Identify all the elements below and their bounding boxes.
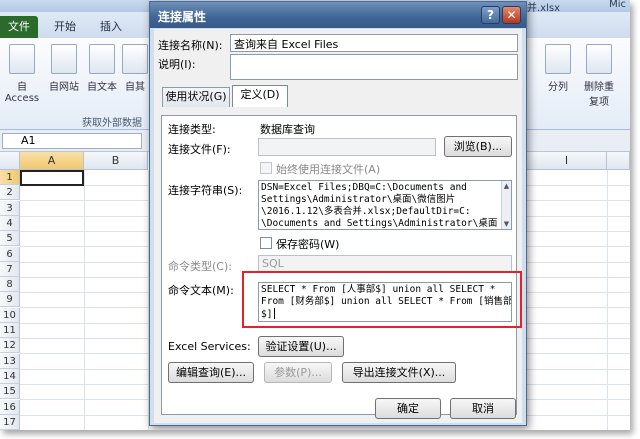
- excel-window: 表合并.xlsx Mic 文件 开始 插入 自 Access 自网站 自文本 自…: [0, 0, 630, 430]
- parameters-button[interactable]: 参数(P)...: [264, 362, 332, 383]
- connection-properties-dialog: 连接属性 ? ✕ 连接名称(N): 查询来自 Excel Files 说明(I)…: [149, 1, 527, 426]
- from-access-button[interactable]: 自 Access: [0, 44, 44, 104]
- connection-file-input[interactable]: [258, 138, 436, 156]
- remove-duplicates-button[interactable]: 删除重复项: [580, 44, 618, 108]
- gridline: [607, 170, 608, 430]
- from-text-button[interactable]: 自文本: [84, 44, 120, 93]
- close-button[interactable]: ✕: [502, 6, 521, 24]
- web-icon: [51, 44, 77, 74]
- definition-panel: 连接类型: 数据库查询 连接文件(F): 浏览(B)... 始终使用连接文件(A…: [161, 115, 522, 415]
- column-header-a[interactable]: A: [20, 152, 84, 170]
- row-header[interactable]: 13: [0, 353, 20, 369]
- from-web-button[interactable]: 自网站: [46, 44, 82, 93]
- help-button[interactable]: ?: [481, 6, 500, 24]
- connection-file-label: 连接文件(F):: [168, 143, 231, 156]
- save-password-label: 保存密码(W): [276, 238, 340, 251]
- highlight-box: [242, 271, 522, 328]
- selected-cell-a1[interactable]: [20, 170, 84, 186]
- select-all-corner[interactable]: [0, 152, 20, 170]
- auth-settings-button[interactable]: 验证设置(U)...: [258, 336, 344, 357]
- connection-string-text: DSN=Excel Files;DBQ=C:\Documents and Set…: [261, 182, 498, 229]
- connection-string-scrollbar[interactable]: ▲ ▼: [501, 181, 511, 229]
- from-other-label: 自其: [125, 82, 145, 93]
- dialog-title: 连接属性: [158, 10, 207, 24]
- name-box[interactable]: A1: [2, 133, 142, 149]
- app-name: Mic: [609, 0, 626, 10]
- scroll-up-icon[interactable]: ▲: [503, 182, 510, 190]
- connection-string-textarea[interactable]: DSN=Excel Files;DBQ=C:\Documents and Set…: [258, 180, 512, 230]
- row-header[interactable]: 12: [0, 338, 20, 354]
- always-use-file-label: 始终使用连接文件(A): [276, 163, 381, 176]
- from-access-label: 自 Access: [4, 82, 40, 104]
- export-connection-file-button[interactable]: 导出连接文件(X)...: [342, 362, 456, 383]
- edit-query-button[interactable]: 编辑查询(E)...: [168, 362, 254, 383]
- tab-usage[interactable]: 使用状况(G): [162, 87, 230, 107]
- row-header[interactable]: 4: [0, 215, 20, 231]
- gridline: [84, 170, 85, 430]
- excel-services-label: Excel Services:: [168, 340, 251, 353]
- dialog-body: 连接名称(N): 查询来自 Excel Files 说明(I): 使用状况(G)…: [154, 29, 522, 423]
- row-header[interactable]: 14: [0, 368, 20, 384]
- ok-button[interactable]: 确定: [375, 398, 441, 419]
- row-header[interactable]: 3: [0, 200, 20, 216]
- row-header[interactable]: 1: [0, 170, 20, 185]
- dialog-title-bar: 连接属性 ? ✕: [150, 2, 526, 28]
- group-label-external-data: 获取外部数据: [82, 118, 142, 129]
- from-web-label: 自网站: [49, 82, 79, 93]
- scroll-down-icon[interactable]: ▼: [503, 220, 510, 228]
- tab-home[interactable]: 开始: [54, 18, 76, 34]
- text-to-columns-label: 分列: [548, 82, 568, 93]
- connection-name-input[interactable]: 查询来自 Excel Files: [230, 34, 518, 52]
- description-input[interactable]: [230, 54, 518, 80]
- description-label: 说明(I):: [158, 58, 196, 71]
- cancel-button[interactable]: 取消: [450, 398, 516, 419]
- row-header[interactable]: 5: [0, 231, 20, 247]
- row-header[interactable]: 16: [0, 399, 20, 415]
- browse-button[interactable]: 浏览(B)...: [444, 136, 512, 157]
- remove-duplicates-icon: [586, 44, 612, 74]
- row-header[interactable]: 17: [0, 414, 20, 430]
- command-text-label: 命令文本(M):: [168, 284, 234, 297]
- connection-type-label: 连接类型:: [168, 123, 216, 136]
- tab-definition[interactable]: 定义(D): [232, 85, 288, 107]
- connection-string-label: 连接字符串(S):: [168, 184, 243, 197]
- text-file-icon: [89, 44, 115, 74]
- connection-type-value: 数据库查询: [260, 123, 315, 136]
- column-header-next[interactable]: [607, 152, 630, 170]
- row-header[interactable]: 8: [0, 277, 20, 293]
- row-header[interactable]: 7: [0, 261, 20, 277]
- remove-duplicates-label: 删除重复项: [584, 82, 614, 108]
- row-header[interactable]: 2: [0, 185, 20, 201]
- text-to-columns-button[interactable]: 分列: [540, 44, 576, 93]
- command-type-label: 命令类型(C):: [168, 260, 232, 273]
- access-icon: [9, 44, 35, 74]
- connection-name-label: 连接名称(N):: [158, 39, 223, 52]
- row-header[interactable]: 6: [0, 246, 20, 262]
- always-use-file-checkbox[interactable]: [260, 162, 272, 174]
- column-header-b[interactable]: B: [84, 152, 148, 170]
- row-header[interactable]: 9: [0, 292, 20, 308]
- row-header[interactable]: 11: [0, 323, 20, 338]
- columns-icon: [545, 44, 571, 74]
- row-header[interactable]: 10: [0, 307, 20, 323]
- tab-file[interactable]: 文件: [0, 16, 38, 38]
- column-header-i[interactable]: I: [527, 152, 607, 170]
- other-sources-icon: [122, 44, 148, 74]
- screenshot-frame: 表合并.xlsx Mic 文件 开始 插入 自 Access 自网站 自文本 自…: [0, 0, 640, 439]
- from-text-label: 自文本: [87, 82, 117, 93]
- row-header[interactable]: 15: [0, 384, 20, 400]
- tab-insert[interactable]: 插入: [100, 18, 122, 34]
- from-other-button[interactable]: 自其: [122, 44, 148, 93]
- save-password-checkbox[interactable]: [260, 237, 272, 249]
